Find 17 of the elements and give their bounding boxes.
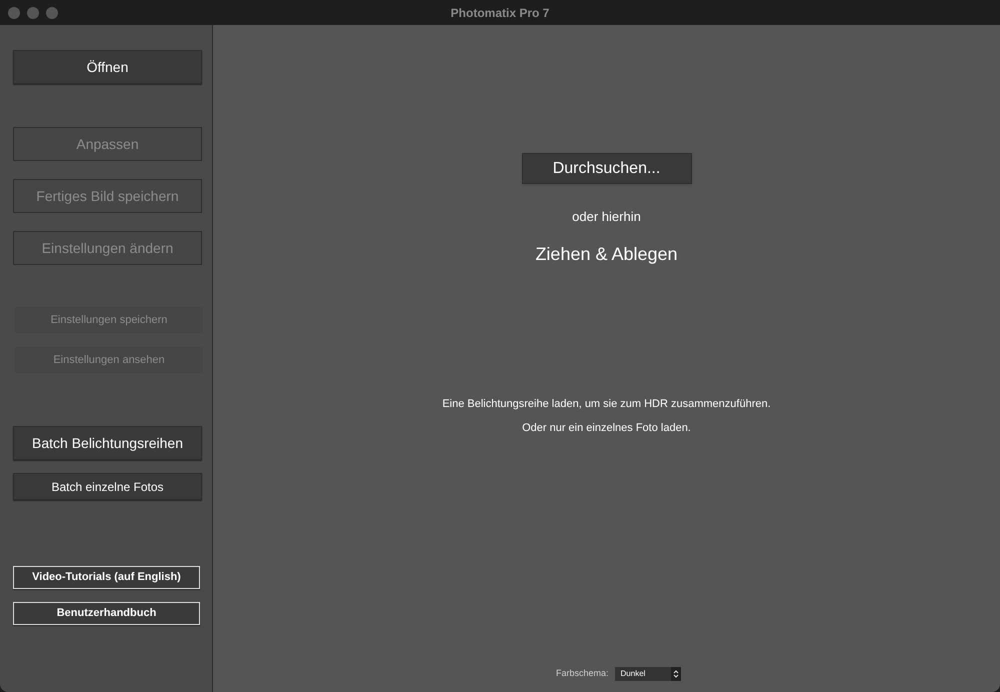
window-title: Photomatix Pro 7 xyxy=(450,4,550,22)
close-button[interactable] xyxy=(8,6,20,18)
sidebar-button[interactable]: Batch einzelne Fotos xyxy=(13,473,202,500)
sidebar-button[interactable]: Batch Belichtungsreihen xyxy=(13,426,202,460)
or-text: oder hierhin xyxy=(572,208,641,226)
updown-chevron-icon xyxy=(670,667,681,681)
minimize-button[interactable] xyxy=(27,6,39,18)
info-text: Eine Belichtungsreihe laden, um sie zum HDR zusammenzuführen. xyxy=(442,396,771,412)
info-text: Oder nur ein einzelnes Foto laden. xyxy=(522,421,691,436)
browse-button[interactable]: Durchsuchen... xyxy=(522,153,692,184)
zoom-button[interactable] xyxy=(46,6,58,18)
drag-drop-text: Ziehen & Ablegen xyxy=(535,242,678,266)
color-scheme-dropdown[interactable]: Dunkel xyxy=(614,667,681,681)
sidebar-button[interactable]: Benutzerhandbuch xyxy=(13,602,200,625)
sidebar-button[interactable]: Öffnen xyxy=(13,50,202,84)
sidebar-button[interactable]: Video-Tutorials (auf English) xyxy=(13,566,200,589)
color-scheme-label: Farbschema: xyxy=(556,667,609,680)
